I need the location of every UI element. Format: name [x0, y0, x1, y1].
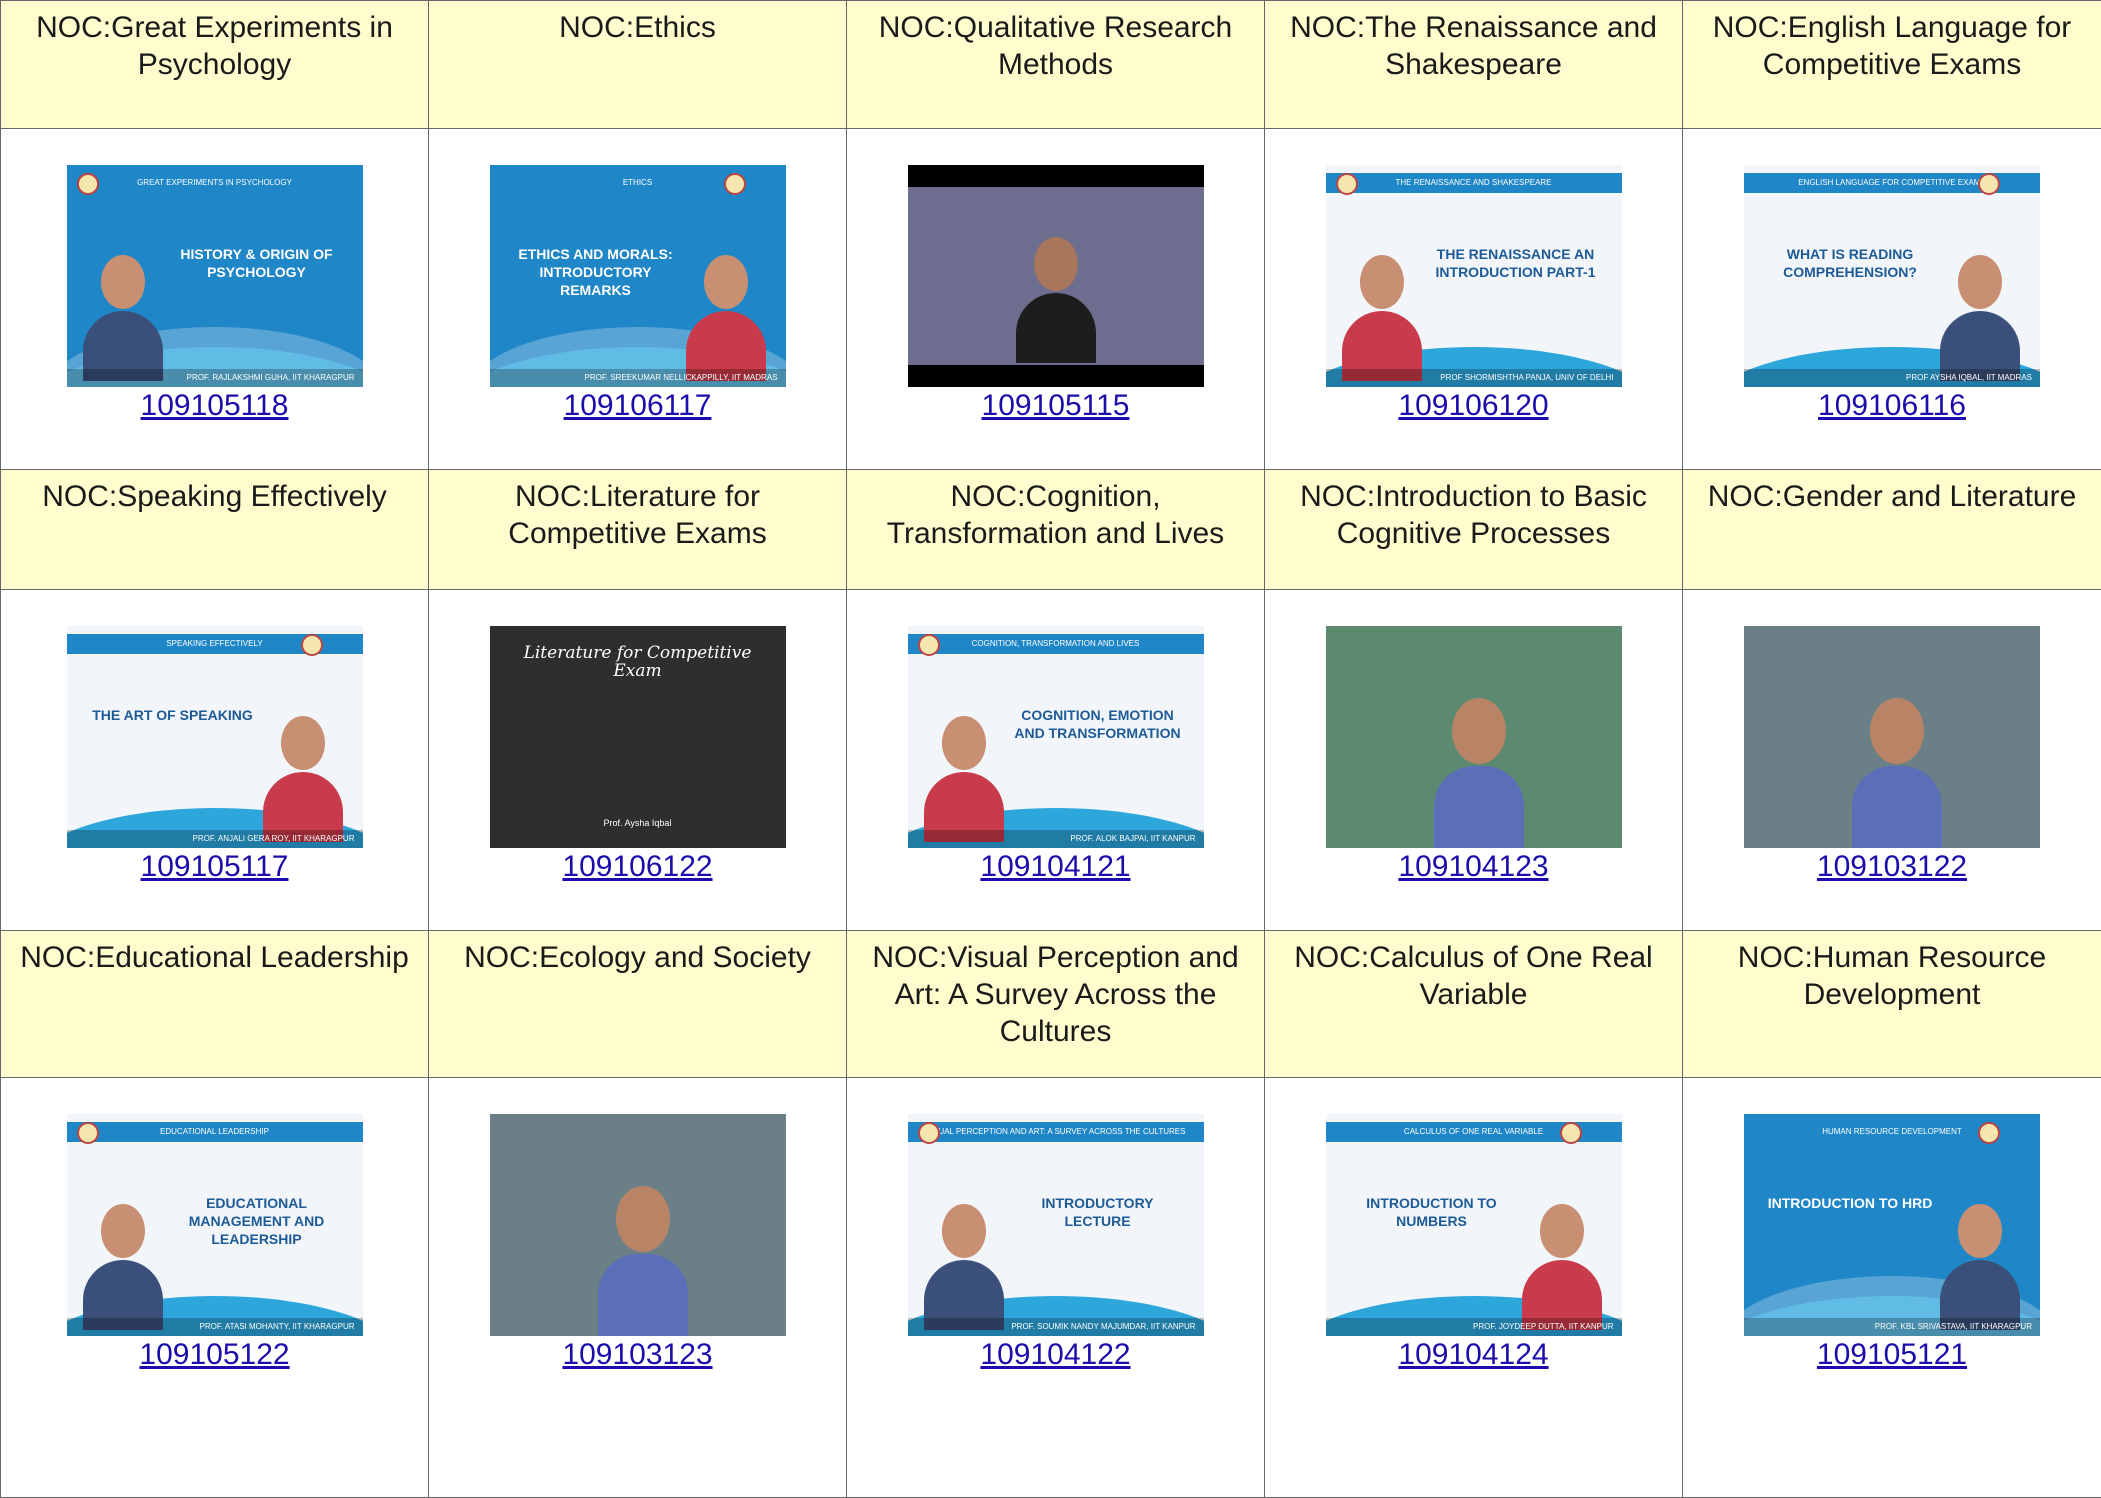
- slide-caption: PROF. RAJLAKSHMI GUHA, IIT KHARAGPUR: [66, 369, 363, 387]
- course-grid: NOC:Great Experiments in Psychology NOC:E…: [0, 0, 2101, 1498]
- slide-caption: Prof. Aysha Iqbal: [603, 818, 672, 828]
- slide-caption: PROF. KBL SRIVASTAVA, IIT KHARAGPUR: [1744, 1318, 2040, 1336]
- course-title: NOC:Speaking Effectively: [1, 470, 429, 590]
- course-thumbnail[interactable]: CALCULUS OF ONE REAL VARIABLE INTRODUCTIO…: [1325, 1114, 1622, 1336]
- course-code-link[interactable]: 109103122: [1683, 850, 2101, 884]
- slide-header: THE RENAISSANCE AND SHAKESPEARE: [1325, 173, 1622, 193]
- slide-caption: PROF. SREEKUMAR NELLICKAPPILLY, IIT MADR…: [489, 369, 786, 387]
- course-thumbnail-cell: EDUCATIONAL LEADERSHIP EDUCATIONAL MANAGE…: [1, 1078, 429, 1498]
- institute-logo-icon: [1978, 173, 2000, 195]
- course-thumbnail[interactable]: Literature for Competitive Exam Prof. Ays…: [489, 626, 786, 848]
- slide-title: EDUCATIONAL MANAGEMENT AND LEADERSHIP: [188, 1195, 325, 1247]
- course-thumbnail-cell: SPEAKING EFFECTIVELY THE ART OF SPEAKING P…: [1, 590, 429, 931]
- course-thumbnail-cell: 109103123: [429, 1078, 847, 1498]
- course-thumbnail[interactable]: THE RENAISSANCE AND SHAKESPEARE THE RENAI…: [1325, 165, 1622, 387]
- institute-logo-icon: [1559, 1122, 1582, 1144]
- course-code-link[interactable]: 109105115: [847, 389, 1264, 423]
- slide-caption: PROF. ALOK BAJPAI, IIT KANPUR: [907, 830, 1204, 848]
- slide-caption: PROF. ATASI MOHANTY, IIT KHARAGPUR: [66, 1318, 363, 1336]
- slide-title: INTRODUCTION TO NUMBERS: [1366, 1195, 1497, 1229]
- slide-caption: PROF. JOYDEEP DUTTA, IIT KANPUR: [1325, 1318, 1622, 1336]
- course-title: NOC:Gender and Literature: [1683, 470, 2101, 590]
- course-title: NOC:Human Resource Development: [1683, 931, 2101, 1078]
- slide-title: COGNITION, EMOTION AND TRANSFORMATION: [1014, 707, 1181, 741]
- course-thumbnail-cell: THE RENAISSANCE AND SHAKESPEARE THE RENAI…: [1265, 129, 1683, 470]
- slide-header: GREAT EXPERIMENTS IN PSYCHOLOGY: [137, 178, 292, 187]
- course-thumbnail[interactable]: [1744, 626, 2040, 848]
- course-thumbnail[interactable]: VISUAL PERCEPTION AND ART: A SURVEY ACRO…: [907, 1114, 1204, 1336]
- course-thumbnail[interactable]: [489, 1114, 786, 1336]
- course-title: NOC:The Renaissance and Shakespeare: [1265, 1, 1683, 129]
- course-code-link[interactable]: 109105117: [1, 850, 428, 884]
- course-title: NOC:Ethics: [429, 1, 847, 129]
- course-thumbnail[interactable]: EDUCATIONAL LEADERSHIP EDUCATIONAL MANAGE…: [66, 1114, 363, 1336]
- course-title: NOC:Educational Leadership: [1, 931, 429, 1078]
- course-thumbnail-cell: GREAT EXPERIMENTS IN PSYCHOLOGY HISTORY &…: [1, 129, 429, 470]
- course-code-link[interactable]: 109105121: [1683, 1338, 2101, 1372]
- course-code-link[interactable]: 109104121: [847, 850, 1264, 884]
- course-thumbnail-cell: 109105115: [847, 129, 1265, 470]
- institute-logo-icon: [917, 1122, 940, 1144]
- institute-logo-icon: [300, 634, 323, 656]
- course-code-link[interactable]: 109104124: [1265, 1338, 1682, 1372]
- course-code-link[interactable]: 109105122: [1, 1338, 428, 1372]
- course-code-link[interactable]: 109105118: [1, 389, 428, 423]
- course-thumbnail-cell: VISUAL PERCEPTION AND ART: A SURVEY ACRO…: [847, 1078, 1265, 1498]
- course-thumbnail[interactable]: COGNITION, TRANSFORMATION AND LIVES COGNI…: [907, 626, 1204, 848]
- institute-logo-icon: [917, 634, 940, 656]
- course-thumbnail-cell: CALCULUS OF ONE REAL VARIABLE INTRODUCTIO…: [1265, 1078, 1683, 1498]
- slide-title: INTRODUCTORY LECTURE: [1041, 1195, 1154, 1229]
- course-thumbnail[interactable]: HUMAN RESOURCE DEVELOPMENT INTRODUCTION T…: [1744, 1114, 2040, 1336]
- course-thumbnail-cell: 109103122: [1683, 590, 2101, 931]
- course-code-link[interactable]: 109104122: [847, 1338, 1264, 1372]
- course-thumbnail[interactable]: SPEAKING EFFECTIVELY THE ART OF SPEAKING P…: [66, 626, 363, 848]
- slide-header: COGNITION, TRANSFORMATION AND LIVES: [907, 634, 1204, 654]
- course-code-link[interactable]: 109106116: [1683, 389, 2101, 423]
- course-thumbnail-cell: 109104123: [1265, 590, 1683, 931]
- slide-caption: PROF AYSHA IQBAL, IIT MADRAS: [1744, 369, 2040, 387]
- course-thumbnail-cell: Literature for Competitive Exam Prof. Ays…: [429, 590, 847, 931]
- slide-header: VISUAL PERCEPTION AND ART: A SURVEY ACRO…: [907, 1122, 1204, 1142]
- course-thumbnail[interactable]: GREAT EXPERIMENTS IN PSYCHOLOGY HISTORY &…: [66, 165, 363, 387]
- slide-title: WHAT IS READING COMPREHENSION?: [1783, 246, 1917, 280]
- institute-logo-icon: [1335, 173, 1358, 195]
- slide-title: INTRODUCTION TO HRD: [1767, 1195, 1933, 1211]
- institute-logo-icon: [723, 173, 746, 195]
- course-thumbnail[interactable]: ENGLISH LANGUAGE FOR COMPETITIVE EXAMS WH…: [1744, 165, 2040, 387]
- course-code-link[interactable]: 109106117: [429, 389, 846, 423]
- slide-caption: PROF. SOUMIK NANDY MAJUMDAR, IIT KANPUR: [907, 1318, 1204, 1336]
- course-thumbnail[interactable]: [907, 165, 1204, 387]
- course-thumbnail-cell: ENGLISH LANGUAGE FOR COMPETITIVE EXAMS WH…: [1683, 129, 2101, 470]
- slide-caption: PROF SHORMISHTHA PANJA, UNIV OF DELHI: [1325, 369, 1622, 387]
- slide-title: THE ART OF SPEAKING: [92, 707, 253, 723]
- course-title: NOC:Great Experiments in Psychology: [1, 1, 429, 129]
- course-title: NOC:Qualitative Research Methods: [847, 1, 1265, 129]
- course-title: NOC:Introduction to Basic Cognitive Proc…: [1265, 470, 1683, 590]
- slide-caption: PROF. ANJALI GERA ROY, IIT KHARAGPUR: [66, 830, 363, 848]
- course-title: NOC:Literature for Competitive Exams: [429, 470, 847, 590]
- slide-title: THE RENAISSANCE AN INTRODUCTION PART-1: [1435, 246, 1596, 280]
- course-thumbnail-cell: COGNITION, TRANSFORMATION AND LIVES COGNI…: [847, 590, 1265, 931]
- course-title: NOC:Cognition, Transformation and Lives: [847, 470, 1265, 590]
- course-code-link[interactable]: 109106120: [1265, 389, 1682, 423]
- course-title: NOC:English Language for Competitive Exa…: [1683, 1, 2101, 129]
- course-title: NOC:Visual Perception and Art: A Survey …: [847, 931, 1265, 1078]
- course-code-link[interactable]: 109103123: [429, 1338, 846, 1372]
- institute-logo-icon: [76, 173, 99, 195]
- course-code-link[interactable]: 109104123: [1265, 850, 1682, 884]
- slide-title: HISTORY & ORIGIN OF PSYCHOLOGY: [180, 246, 333, 280]
- institute-logo-icon: [1978, 1122, 2000, 1144]
- course-thumbnail[interactable]: [1325, 626, 1622, 848]
- course-title: NOC:Ecology and Society: [429, 931, 847, 1078]
- institute-logo-icon: [76, 1122, 99, 1144]
- course-code-link[interactable]: 109106122: [429, 850, 846, 884]
- course-thumbnail-cell: ETHICS ETHICS AND MORALS: INTRODUCTORY RE…: [429, 129, 847, 470]
- course-thumbnail-cell: HUMAN RESOURCE DEVELOPMENT INTRODUCTION T…: [1683, 1078, 2101, 1498]
- slide-title: ETHICS AND MORALS: INTRODUCTORY REMARKS: [518, 246, 673, 298]
- course-thumbnail[interactable]: ETHICS ETHICS AND MORALS: INTRODUCTORY RE…: [489, 165, 786, 387]
- slide-title: Literature for Competitive Exam: [523, 643, 752, 681]
- course-title: NOC:Calculus of One Real Variable: [1265, 931, 1683, 1078]
- slide-header: EDUCATIONAL LEADERSHIP: [66, 1122, 363, 1142]
